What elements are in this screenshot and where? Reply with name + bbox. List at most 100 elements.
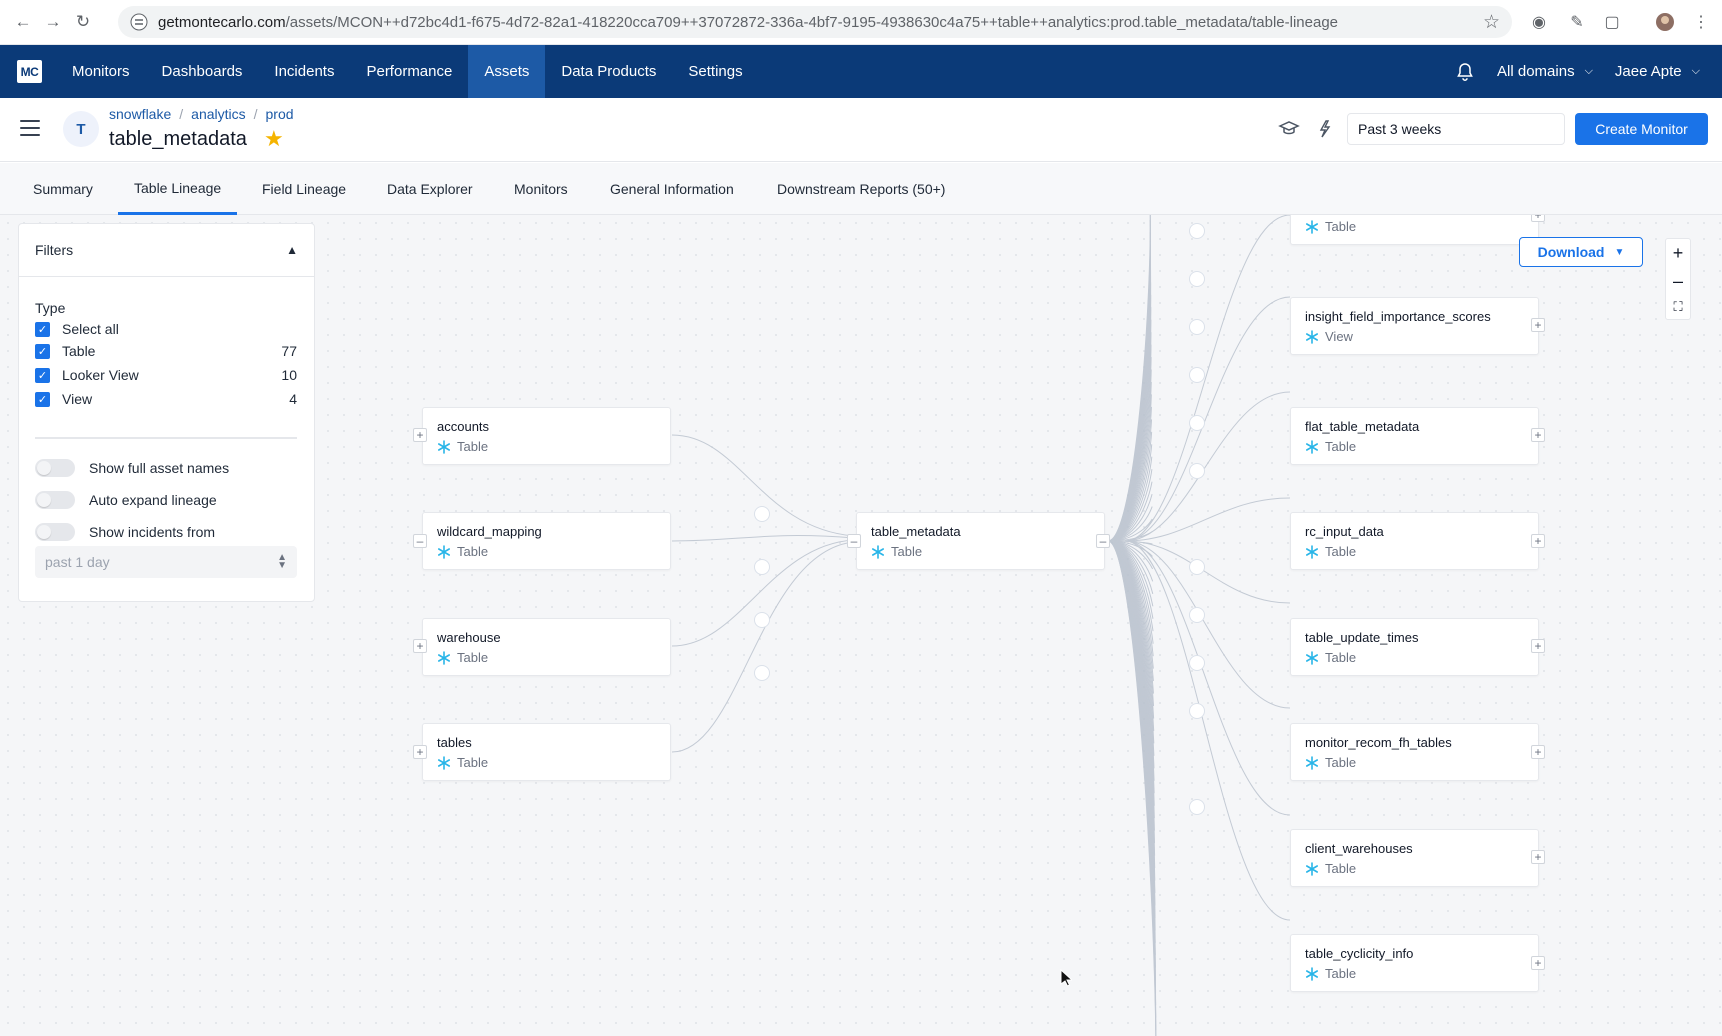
expand-icon[interactable]: + <box>1531 639 1545 653</box>
expand-icon[interactable]: + <box>1531 745 1545 759</box>
toggle-switch[interactable] <box>35 491 75 509</box>
filter-table[interactable]: ✓ Table 77 <box>35 341 297 361</box>
filter-looker-view[interactable]: ✓ Looker View 10 <box>35 365 297 385</box>
back-icon[interactable]: ← <box>12 11 34 33</box>
create-monitor-button[interactable]: Create Monitor <box>1575 113 1708 145</box>
expand-icon[interactable]: + <box>1531 215 1545 222</box>
transform-icon[interactable] <box>754 665 770 681</box>
expand-icon[interactable]: + <box>413 428 427 442</box>
browser-menu-icon[interactable]: ⋮ <box>1690 11 1712 33</box>
transform-icon[interactable] <box>754 559 770 575</box>
expand-icon[interactable]: + <box>413 745 427 759</box>
checkbox[interactable]: ✓ <box>35 321 50 337</box>
puzzle-icon[interactable]: ▢ <box>1601 11 1623 33</box>
collapse-icon[interactable]: – <box>413 534 427 548</box>
chevron-up-icon[interactable]: ▲ <box>286 243 298 257</box>
logo[interactable]: MC <box>17 60 42 83</box>
lineage-node-current[interactable]: table_metadata Table <box>856 512 1105 570</box>
expand-icon[interactable]: + <box>1531 428 1545 442</box>
lineage-node-downstream[interactable]: rc_input_data Table <box>1290 512 1539 570</box>
transform-icon[interactable] <box>1189 415 1205 431</box>
transform-icon[interactable] <box>1189 799 1205 815</box>
sparkle-icon[interactable] <box>1313 118 1335 140</box>
profile-avatar[interactable] <box>1654 11 1676 33</box>
lineage-node-upstream[interactable]: warehouse Table <box>422 618 671 676</box>
tab-summary[interactable]: Summary <box>17 163 109 215</box>
collapse-downstream-icon[interactable]: – <box>1096 534 1110 548</box>
nav-settings[interactable]: Settings <box>672 45 758 98</box>
expand-icon[interactable]: + <box>1531 956 1545 970</box>
forward-icon[interactable]: → <box>42 11 64 33</box>
expand-icon[interactable]: + <box>413 639 427 653</box>
toggle-auto-expand[interactable]: Auto expand lineage <box>35 489 217 511</box>
expand-icon[interactable]: + <box>1531 318 1545 332</box>
zoom-out-icon[interactable]: – <box>1673 271 1683 292</box>
transform-icon[interactable] <box>1189 463 1205 479</box>
download-button[interactable]: Download ▼ <box>1519 237 1643 267</box>
transform-icon[interactable] <box>1189 319 1205 335</box>
transform-icon[interactable] <box>1189 703 1205 719</box>
nav-incidents[interactable]: Incidents <box>258 45 350 98</box>
graduation-cap-icon[interactable] <box>1278 118 1300 140</box>
transform-icon[interactable] <box>754 506 770 522</box>
lineage-node-downstream[interactable]: insight_field_importance_scores View <box>1290 297 1539 355</box>
tab-downstream-reports[interactable]: Downstream Reports (50+) <box>761 163 961 215</box>
transform-icon[interactable] <box>1189 223 1205 239</box>
nav-monitors[interactable]: Monitors <box>56 45 146 98</box>
extension-icon[interactable]: ✎ <box>1566 11 1588 33</box>
breadcrumb-warehouse[interactable]: snowflake <box>109 106 171 122</box>
transform-icon[interactable] <box>1189 367 1205 383</box>
nav-dashboards[interactable]: Dashboards <box>146 45 259 98</box>
filter-view[interactable]: ✓ View 4 <box>35 389 297 409</box>
lineage-node-downstream[interactable]: monitor_recom_fh_tables Table <box>1290 723 1539 781</box>
lineage-canvas[interactable]: Filters ▲ Type ✓ Select all ✓ Table 77 ✓ Loo… <box>0 215 1722 1036</box>
tab-field-lineage[interactable]: Field Lineage <box>246 163 362 215</box>
toggle-switch[interactable] <box>35 459 75 477</box>
checkbox[interactable]: ✓ <box>35 367 50 383</box>
breadcrumb-schema[interactable]: prod <box>266 106 294 122</box>
lineage-node-downstream[interactable]: flat_table_metadata Table <box>1290 407 1539 465</box>
transform-icon[interactable] <box>1189 655 1205 671</box>
lineage-node-downstream[interactable]: table_cyclicity_info Table <box>1290 934 1539 992</box>
nav-data-products[interactable]: Data Products <box>545 45 672 98</box>
expand-icon[interactable]: + <box>1531 534 1545 548</box>
user-menu[interactable]: Jaee Apte ⌵ <box>1615 63 1700 80</box>
site-settings-icon[interactable] <box>130 13 148 31</box>
lineage-node-upstream[interactable]: wildcard_mapping Table <box>422 512 671 570</box>
tab-data-explorer[interactable]: Data Explorer <box>371 163 489 215</box>
tab-general-information[interactable]: General Information <box>594 163 750 215</box>
lineage-node-downstream[interactable]: Table <box>1290 215 1539 245</box>
nav-performance[interactable]: Performance <box>350 45 468 98</box>
breadcrumb-database[interactable]: analytics <box>191 106 245 122</box>
checkbox[interactable]: ✓ <box>35 343 50 359</box>
toggle-incidents[interactable]: Show incidents from <box>35 521 215 543</box>
reload-icon[interactable]: ↻ <box>72 11 94 33</box>
favorite-star-icon[interactable]: ★ <box>264 126 284 152</box>
zoom-in-icon[interactable]: + <box>1673 243 1684 264</box>
lineage-node-upstream[interactable]: accounts Table <box>422 407 671 465</box>
transform-icon[interactable] <box>1189 607 1205 623</box>
lineage-node-upstream[interactable]: tables Table <box>422 723 671 781</box>
tab-table-lineage[interactable]: Table Lineage <box>118 163 238 215</box>
time-range-select[interactable]: Past 3 weeks <box>1347 113 1565 145</box>
nav-assets[interactable]: Assets <box>468 45 546 98</box>
extension-icon[interactable]: ◉ <box>1528 11 1550 33</box>
filter-select-all[interactable]: ✓ Select all <box>35 319 297 339</box>
bell-icon[interactable] <box>1455 62 1475 82</box>
filters-header[interactable]: Filters ▲ <box>19 224 314 277</box>
toggle-full-names[interactable]: Show full asset names <box>35 457 229 479</box>
lineage-node-downstream[interactable]: client_warehouses Table <box>1290 829 1539 887</box>
lineage-node-downstream[interactable]: table_update_times Table <box>1290 618 1539 676</box>
toggle-switch[interactable] <box>35 523 75 541</box>
address-bar[interactable]: getmontecarlo.com/assets/MCON++d72bc4d1-… <box>118 6 1512 38</box>
transform-icon[interactable] <box>1189 271 1205 287</box>
domains-dropdown[interactable]: All domains ⌵ <box>1497 63 1593 80</box>
checkbox[interactable]: ✓ <box>35 391 50 407</box>
transform-icon[interactable] <box>754 612 770 628</box>
collapse-upstream-icon[interactable]: – <box>847 534 861 548</box>
menu-icon[interactable] <box>20 120 40 136</box>
expand-icon[interactable]: + <box>1531 850 1545 864</box>
transform-icon[interactable] <box>1189 559 1205 575</box>
bookmark-star-icon[interactable]: ☆ <box>1483 11 1500 34</box>
tab-monitors[interactable]: Monitors <box>498 163 584 215</box>
